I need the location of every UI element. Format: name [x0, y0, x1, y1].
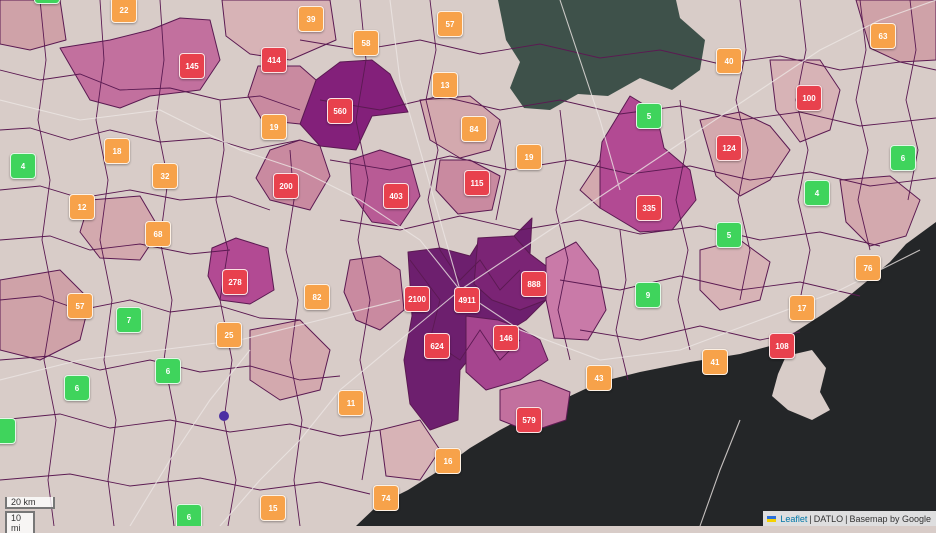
cluster-marker[interactable]: 13 — [432, 72, 458, 98]
cluster-marker[interactable]: 5 — [716, 222, 742, 248]
cluster-marker[interactable]: 9 — [635, 282, 661, 308]
cluster-marker[interactable]: 6 — [890, 145, 916, 171]
attribution-bar: Leaflet | DATLO | Basemap by Google — [763, 511, 936, 526]
cluster-marker[interactable]: 19 — [261, 114, 287, 140]
map[interactable]: 22 39 57 63 145 414 58 40 13 560 100 5 19 84 18 124 4 19 6… — [0, 0, 936, 526]
cluster-marker[interactable]: 32 — [152, 163, 178, 189]
cluster-marker[interactable]: 15 — [260, 495, 286, 521]
location-dot[interactable] — [219, 411, 229, 421]
cluster-marker[interactable]: 76 — [855, 255, 881, 281]
cluster-marker[interactable]: 335 — [636, 195, 662, 221]
basemap-credit: Basemap by Google — [849, 513, 931, 524]
scale-bar-mi: 10 mi — [5, 511, 35, 533]
cluster-marker[interactable]: 7 — [116, 307, 142, 333]
cluster-marker-partial[interactable] — [0, 418, 16, 444]
cluster-marker[interactable]: 124 — [716, 135, 742, 161]
cluster-marker[interactable]: 414 — [261, 47, 287, 73]
cluster-marker[interactable]: 146 — [493, 325, 519, 351]
cluster-marker[interactable]: 57 — [437, 11, 463, 37]
cluster-marker[interactable]: 68 — [145, 221, 171, 247]
cluster-marker[interactable]: 888 — [521, 271, 547, 297]
cluster-marker-partial[interactable] — [34, 0, 60, 4]
cluster-marker[interactable]: 579 — [516, 407, 542, 433]
cluster-marker[interactable]: 145 — [179, 53, 205, 79]
cluster-marker[interactable]: 200 — [273, 173, 299, 199]
cluster-marker[interactable]: 12 — [69, 194, 95, 220]
cluster-marker[interactable]: 108 — [769, 333, 795, 359]
cluster-marker[interactable]: 74 — [373, 485, 399, 511]
cluster-marker[interactable]: 560 — [327, 98, 353, 124]
cluster-marker[interactable]: 4 — [804, 180, 830, 206]
cluster-marker[interactable]: 39 — [298, 6, 324, 32]
cluster-marker[interactable]: 63 — [870, 23, 896, 49]
map-tiles[interactable] — [0, 0, 936, 526]
cluster-marker[interactable]: 6 — [176, 504, 202, 526]
cluster-marker[interactable]: 5 — [636, 103, 662, 129]
cluster-marker[interactable]: 624 — [424, 333, 450, 359]
cluster-marker[interactable]: 11 — [338, 390, 364, 416]
cluster-marker[interactable]: 43 — [586, 365, 612, 391]
cluster-marker[interactable]: 22 — [111, 0, 137, 23]
cluster-marker[interactable]: 403 — [383, 183, 409, 209]
attribution-separator: | — [845, 513, 848, 524]
ukraine-flag-icon — [767, 516, 777, 522]
cluster-marker[interactable]: 115 — [464, 170, 490, 196]
scale-bar-km: 20 km — [5, 497, 55, 509]
attribution-separator: | — [809, 513, 812, 524]
cluster-marker[interactable]: 19 — [516, 144, 542, 170]
cluster-marker[interactable]: 16 — [435, 448, 461, 474]
leaflet-link[interactable]: Leaflet — [780, 513, 807, 526]
cluster-marker[interactable]: 6 — [155, 358, 181, 384]
cluster-marker[interactable]: 4911 — [454, 287, 480, 313]
cluster-marker[interactable]: 25 — [216, 322, 242, 348]
cluster-marker[interactable]: 2100 — [404, 286, 430, 312]
cluster-marker[interactable]: 82 — [304, 284, 330, 310]
cluster-marker[interactable]: 18 — [104, 138, 130, 164]
cluster-marker[interactable]: 57 — [67, 293, 93, 319]
cluster-marker[interactable]: 100 — [796, 85, 822, 111]
cluster-marker[interactable]: 58 — [353, 30, 379, 56]
cluster-marker[interactable]: 278 — [222, 269, 248, 295]
cluster-marker[interactable]: 4 — [10, 153, 36, 179]
cluster-marker[interactable]: 41 — [702, 349, 728, 375]
cluster-marker[interactable]: 40 — [716, 48, 742, 74]
cluster-marker[interactable]: 17 — [789, 295, 815, 321]
cluster-marker[interactable]: 6 — [64, 375, 90, 401]
datlo-credit: DATLO — [813, 513, 844, 524]
cluster-marker[interactable]: 84 — [461, 116, 487, 142]
